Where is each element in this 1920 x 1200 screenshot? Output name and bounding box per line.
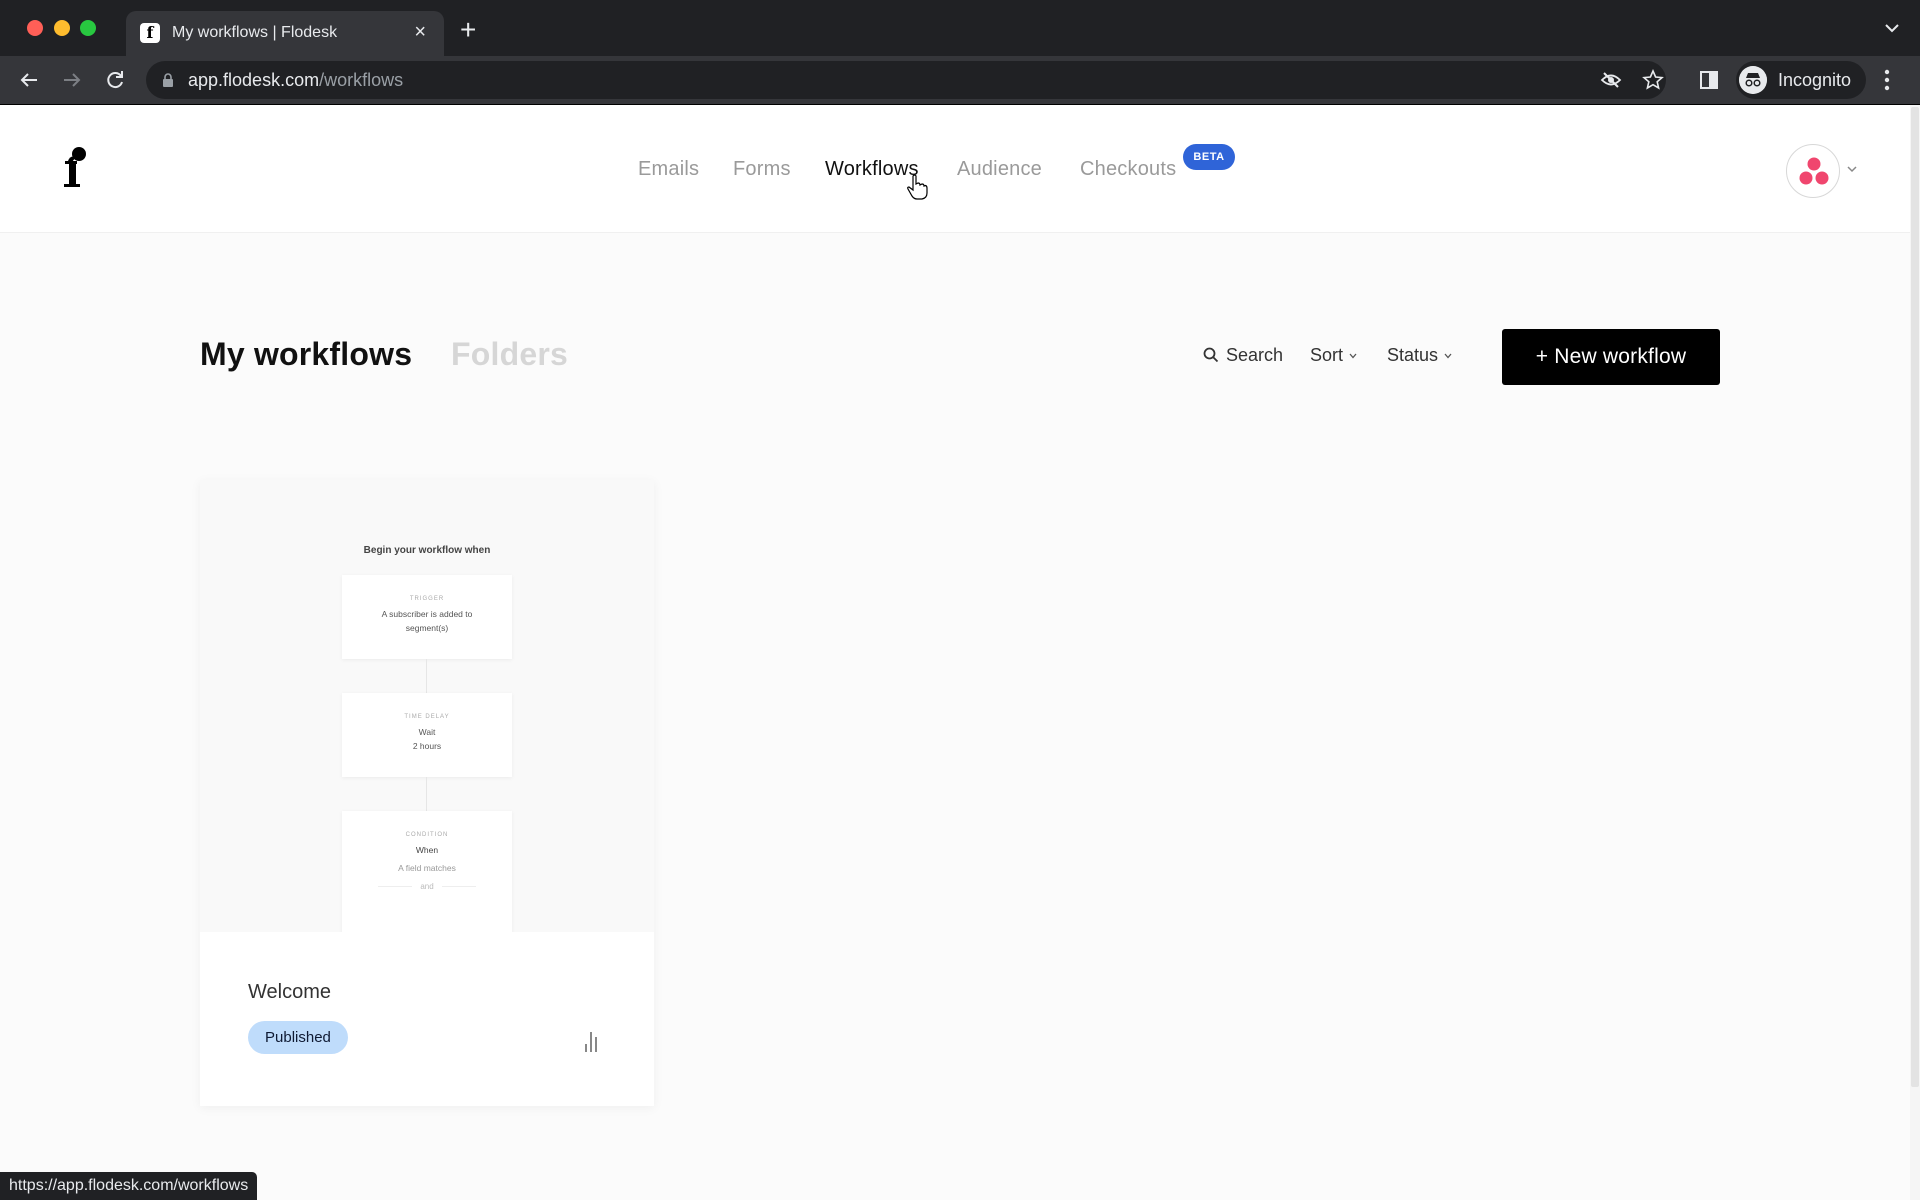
- url-text[interactable]: app.flodesk.com/workflows: [188, 70, 403, 90]
- browser-menu-icon[interactable]: [1884, 68, 1890, 92]
- and-label: and: [420, 882, 434, 891]
- bar-chart-icon[interactable]: [582, 1028, 600, 1054]
- nav-workflows[interactable]: Workflows: [825, 157, 919, 181]
- step-connector: [426, 659, 427, 693]
- workflow-card[interactable]: Begin your workflow when Trigger A subsc…: [200, 480, 654, 1106]
- side-panel-icon[interactable]: [1700, 71, 1718, 89]
- step-label: Trigger: [409, 596, 445, 602]
- sort-label: Sort: [1310, 345, 1344, 365]
- incognito-icon: [1739, 66, 1767, 94]
- search-button[interactable]: Search: [1226, 344, 1283, 366]
- step-connector: [426, 777, 427, 811]
- nav-emails[interactable]: Emails: [638, 157, 699, 181]
- step-text: A subscriber is added to: [381, 609, 473, 619]
- beta-badge: BETA: [1183, 144, 1235, 170]
- minimize-window-button[interactable]: [54, 20, 70, 36]
- app-header: Emails Forms Workflows Audience Checkout…: [0, 105, 1910, 233]
- step-label: Time delay: [404, 714, 450, 720]
- nav-audience[interactable]: Audience: [957, 157, 1042, 181]
- bookmark-star-icon[interactable]: [1642, 69, 1664, 91]
- tab-search-chevron-icon[interactable]: [1882, 18, 1902, 38]
- status-label: Status: [1387, 345, 1439, 365]
- address-bar[interactable]: app.flodesk.com/workflows: [146, 61, 1666, 99]
- page-title[interactable]: My workflows: [200, 334, 412, 374]
- reload-icon[interactable]: [101, 66, 129, 94]
- step-text: A field matches: [398, 863, 456, 873]
- status-dropdown[interactable]: Status: [1387, 344, 1452, 366]
- close-window-button[interactable]: [27, 20, 43, 36]
- chevron-down-icon: [1444, 353, 1452, 359]
- lock-icon: [163, 73, 173, 87]
- search-icon[interactable]: [1203, 347, 1219, 363]
- nav-checkouts[interactable]: Checkouts: [1080, 157, 1176, 181]
- incognito-profile-button[interactable]: Incognito: [1736, 61, 1866, 99]
- maximize-window-button[interactable]: [80, 20, 96, 36]
- and-separator: and: [342, 882, 512, 891]
- url-host: app.flodesk.com: [188, 70, 320, 90]
- chevron-down-icon: [1349, 353, 1357, 359]
- back-arrow-icon[interactable]: [15, 66, 43, 94]
- flodesk-logo[interactable]: [60, 145, 90, 191]
- step-label: Condition: [405, 832, 449, 838]
- account-avatar-button[interactable]: [1786, 144, 1840, 198]
- status-badge: Published: [248, 1021, 348, 1054]
- divider: [378, 886, 413, 887]
- trigger-step: Trigger A subscriber is added to segment…: [342, 575, 512, 659]
- time-delay-step: Time delay Wait 2 hours: [342, 693, 512, 777]
- eye-slash-icon[interactable]: [1600, 69, 1622, 91]
- condition-step: Condition When A field matches and: [342, 811, 512, 932]
- step-text: When: [415, 845, 439, 855]
- asana-logo-icon: [1799, 157, 1829, 185]
- link-status-url: https://app.flodesk.com/workflows: [0, 1172, 258, 1200]
- scrollbar-thumb[interactable]: [1911, 107, 1919, 1087]
- close-tab-icon[interactable]: ×: [414, 21, 426, 43]
- browser-tab-bar: f My workflows | Flodesk × +: [0, 0, 1920, 56]
- workflow-name[interactable]: Welcome: [248, 980, 331, 1004]
- preview-heading: Begin your workflow when: [363, 545, 491, 556]
- step-text: 2 hours: [412, 741, 442, 751]
- sort-dropdown[interactable]: Sort: [1310, 344, 1357, 366]
- browser-tab[interactable]: f My workflows | Flodesk ×: [126, 11, 444, 56]
- incognito-label: Incognito: [1778, 70, 1852, 90]
- new-workflow-button[interactable]: + New workflow: [1502, 329, 1720, 385]
- nav-forms[interactable]: Forms: [733, 157, 791, 181]
- new-tab-button[interactable]: +: [460, 16, 476, 44]
- folders-tab[interactable]: Folders: [451, 334, 568, 374]
- workflow-preview[interactable]: Begin your workflow when Trigger A subsc…: [200, 480, 654, 932]
- browser-toolbar: app.flodesk.com/workflows Incognito: [0, 56, 1920, 105]
- step-text: segment(s): [405, 623, 449, 633]
- hand-cursor-icon: [907, 174, 928, 200]
- page-scrollbar[interactable]: [1910, 105, 1920, 1200]
- forward-arrow-icon[interactable]: [58, 66, 86, 94]
- url-path: /workflows: [319, 70, 404, 90]
- account-chevron-down-icon[interactable]: [1846, 164, 1858, 174]
- tab-title: My workflows | Flodesk: [172, 24, 338, 41]
- flodesk-favicon-icon: f: [140, 23, 160, 43]
- step-text: Wait: [418, 727, 436, 737]
- divider: [441, 886, 476, 887]
